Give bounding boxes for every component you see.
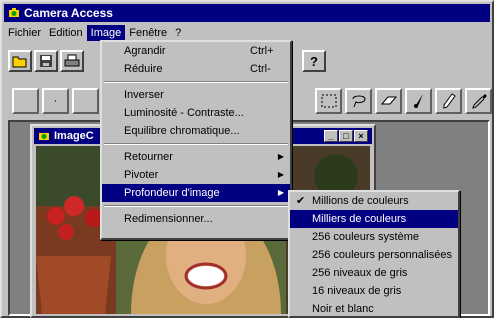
menu-separator: [104, 205, 288, 207]
depth-item-16-gris[interactable]: 16 niveaux de gris: [290, 282, 458, 300]
menu-edition[interactable]: Edition: [45, 25, 87, 41]
menu-help[interactable]: ?: [171, 25, 185, 41]
brush-tool[interactable]: [405, 88, 433, 114]
minimize-button[interactable]: _: [324, 130, 338, 142]
menu-item-agrandir[interactable]: Agrandir Ctrl+: [102, 42, 290, 60]
retourner-label: Retourner: [124, 151, 173, 163]
close-button[interactable]: ×: [354, 130, 368, 142]
eraser-tool[interactable]: [375, 88, 403, 114]
submenu-arrow-icon: ▶: [277, 170, 284, 179]
menu-item-luminosite[interactable]: Luminosité - Contraste...: [102, 104, 290, 122]
title-bar: Camera Access: [4, 4, 490, 22]
image-menu: Agrandir Ctrl+ Réduire Ctrl- Inverser Lumi…: [100, 40, 292, 240]
menu-image[interactable]: Image: [86, 25, 126, 41]
16-gris-label: 16 niveaux de gris: [312, 285, 402, 297]
menu-item-equilibre[interactable]: Equilibre chromatique...: [102, 122, 290, 140]
image-window-title: ImageC: [54, 130, 94, 142]
camera-app-icon: [9, 8, 19, 17]
maximize-button[interactable]: □: [339, 130, 353, 142]
depth-item-noir-blanc[interactable]: Noir et blanc: [290, 300, 458, 318]
print-button[interactable]: [60, 50, 84, 72]
equilibre-label: Equilibre chromatique...: [124, 125, 240, 137]
pencil-icon: [443, 93, 456, 109]
save-icon: [40, 55, 52, 67]
millions-label: Millions de couleurs: [312, 195, 409, 207]
inverser-label: Inverser: [124, 89, 164, 101]
lasso-tool[interactable]: [345, 88, 373, 114]
open-button[interactable]: [8, 50, 32, 72]
agrandir-label: Agrandir: [124, 45, 166, 57]
pencil-tool[interactable]: [435, 88, 463, 114]
lasso-icon: [352, 95, 366, 108]
depth-item-256-systeme[interactable]: 256 couleurs système: [290, 228, 458, 246]
menu-separator: [104, 143, 288, 145]
menu-separator: [104, 81, 288, 83]
tool-blank-3[interactable]: [71, 88, 99, 114]
noir-blanc-label: Noir et blanc: [312, 303, 374, 315]
dot-icon: ·: [53, 95, 58, 107]
depth-item-256-gris[interactable]: 256 niveaux de gris: [290, 264, 458, 282]
help-button[interactable]: ?: [302, 50, 326, 72]
menu-fenetre[interactable]: Fenêtre: [125, 25, 171, 41]
eraser-icon: [380, 96, 397, 105]
pivoter-label: Pivoter: [124, 169, 159, 181]
help-icon: ?: [310, 54, 318, 68]
menu-item-retourner[interactable]: Retourner ▶: [102, 148, 290, 166]
depth-item-256-perso[interactable]: 256 couleurs personnalisées: [290, 246, 458, 264]
select-rect-icon: [321, 94, 337, 108]
checkmark-icon: ✔: [296, 195, 306, 207]
select-rect-tool[interactable]: [315, 88, 343, 114]
open-icon: [12, 56, 27, 68]
print-icon: [64, 54, 80, 67]
reduire-label: Réduire: [124, 63, 163, 75]
tool-blank-1[interactable]: [12, 88, 39, 114]
camera-doc-icon: [39, 133, 49, 140]
brush-icon: [413, 94, 423, 108]
submenu-arrow-icon: ▶: [277, 188, 284, 197]
menu-item-redimensionner[interactable]: Redimensionner...: [102, 210, 290, 228]
eyedropper-icon: [471, 94, 487, 109]
luminosite-label: Luminosité - Contraste...: [124, 107, 244, 119]
menu-item-pivoter[interactable]: Pivoter ▶: [102, 166, 290, 184]
256-systeme-label: 256 couleurs système: [312, 231, 419, 243]
menu-item-inverser[interactable]: Inverser: [102, 86, 290, 104]
menu-item-profondeur[interactable]: Profondeur d'image ▶: [102, 184, 290, 202]
redimensionner-label: Redimensionner...: [124, 213, 213, 225]
svg-text:?: ?: [310, 54, 318, 68]
reduire-shortcut: Ctrl-: [250, 63, 271, 75]
256-perso-label: 256 couleurs personnalisées: [312, 249, 453, 261]
depth-submenu: ✔ Millions de couleurs Milliers de couleu…: [288, 190, 460, 318]
menu-fichier[interactable]: Fichier: [4, 25, 45, 41]
depth-item-millions[interactable]: ✔ Millions de couleurs: [290, 192, 458, 210]
256-gris-label: 256 niveaux de gris: [312, 267, 408, 279]
save-button[interactable]: [34, 50, 58, 72]
main-toolbar: [8, 46, 84, 76]
profondeur-label: Profondeur d'image: [124, 187, 220, 199]
tool-blank-2[interactable]: ·: [41, 88, 69, 114]
menu-item-reduire[interactable]: Réduire Ctrl-: [102, 60, 290, 78]
milliers-label: Milliers de couleurs: [312, 213, 407, 225]
app-title: Camera Access: [24, 6, 113, 20]
agrandir-shortcut: Ctrl+: [250, 45, 274, 57]
submenu-arrow-icon: ▶: [277, 152, 284, 161]
depth-item-milliers[interactable]: Milliers de couleurs: [290, 210, 458, 228]
eyedropper-tool[interactable]: [465, 88, 492, 114]
